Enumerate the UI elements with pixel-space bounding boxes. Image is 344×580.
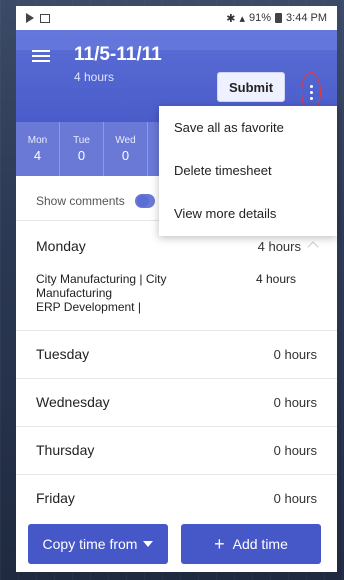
divider <box>16 330 337 331</box>
app-screen: ✱ ▴ 91% 3:44 PM 11/5-11/11 4 hours Submi… <box>16 6 337 572</box>
chevron-up-icon[interactable] <box>307 241 319 253</box>
show-comments-toggle[interactable] <box>134 194 155 208</box>
submit-button[interactable]: Submit <box>217 72 285 102</box>
day-tab-mon[interactable]: Mon 4 <box>16 122 60 176</box>
overflow-menu: Save all as favorite Delete timesheet Vi… <box>159 106 337 236</box>
time-entry[interactable]: City Manufacturing | City Manufacturing … <box>36 272 186 314</box>
day-name: Monday <box>36 238 86 254</box>
day-tab-wed[interactable]: Wed 0 <box>104 122 148 176</box>
day-hours: 0 hours <box>273 442 317 458</box>
day-row-friday[interactable]: Friday 0 hours <box>16 486 337 510</box>
status-bar: ✱ ▴ 91% 3:44 PM <box>16 6 337 30</box>
total-hours: 4 hours <box>74 70 115 84</box>
day-hours: 0 hours <box>273 490 317 506</box>
show-comments-label: Show comments <box>36 194 125 208</box>
divider <box>16 378 337 379</box>
signal-icon: ▴ <box>239 12 245 25</box>
add-time-button[interactable]: + Add time <box>181 524 321 564</box>
page-title: 11/5-11/11 <box>74 44 162 65</box>
day-name: Friday <box>36 490 75 506</box>
menu-item-delete-timesheet[interactable]: Delete timesheet <box>159 149 337 192</box>
bottom-action-bar: Copy time from + Add time <box>16 516 337 572</box>
day-hours: 0 hours <box>273 394 317 410</box>
plus-icon: + <box>214 534 225 554</box>
battery-icon <box>275 13 283 23</box>
battery-percent: 91% <box>249 12 272 24</box>
entry-line: Manufacturing <box>36 286 113 300</box>
entry-hours: 4 hours <box>256 272 297 286</box>
day-row-thursday[interactable]: Thursday 0 hours <box>16 438 337 462</box>
bluetooth-icon: ✱ <box>226 12 236 25</box>
day-row-wednesday[interactable]: Wednesday 0 hours <box>16 390 337 414</box>
menu-item-view-details[interactable]: View more details <box>159 192 337 235</box>
day-hours: 0 hours <box>273 346 317 362</box>
caret-down-icon <box>143 541 154 547</box>
play-store-icon <box>26 13 34 23</box>
day-name: Thursday <box>36 442 95 458</box>
day-row-monday[interactable]: Monday 4 hours <box>16 234 337 258</box>
copy-time-from-button[interactable]: Copy time from <box>28 524 168 564</box>
day-name: Wednesday <box>36 394 110 410</box>
clock: 3:44 PM <box>286 12 327 24</box>
header-band <box>16 30 337 50</box>
menu-icon[interactable] <box>32 50 50 62</box>
day-tab-tue[interactable]: Tue 0 <box>60 122 104 176</box>
add-time-label: Add time <box>232 536 288 552</box>
entry-line: City Manufacturing | City <box>36 272 167 286</box>
menu-item-save-favorite[interactable]: Save all as favorite <box>159 106 337 149</box>
day-hours: 4 hours <box>257 239 301 254</box>
entry-line: ERP Development | <box>36 300 141 314</box>
day-row-tuesday[interactable]: Tuesday 0 hours <box>16 342 337 366</box>
image-notification-icon <box>40 13 50 23</box>
copy-time-label: Copy time from <box>42 536 138 552</box>
day-name: Tuesday <box>36 346 90 362</box>
divider <box>16 426 337 427</box>
divider <box>16 474 337 475</box>
